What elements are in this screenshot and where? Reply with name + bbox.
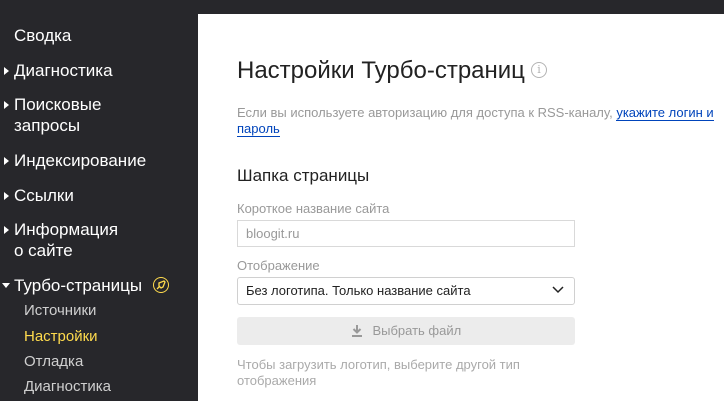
logo-upload-note: Чтобы загрузить логотип, выберите другой…: [237, 357, 520, 388]
sidebar-item-label: Диагностика: [14, 61, 113, 80]
section-title: Шапка страницы: [237, 166, 370, 185]
expand-arrow-icon: [4, 192, 9, 200]
sidebar-item-indexing[interactable]: Индексирование: [0, 150, 146, 171]
expand-arrow-icon: [4, 157, 9, 165]
info-icon[interactable]: i: [531, 62, 547, 78]
sidebar-item-label: Поисковые: [14, 95, 102, 114]
sidebar-subitem-debug[interactable]: Отладка: [24, 353, 83, 371]
main-panel: Настройки Турбо-страниц i Если вы исполь…: [198, 14, 724, 401]
sidebar-item-diagnostics[interactable]: Диагностика: [0, 60, 113, 81]
choose-file-label: Выбрать файл: [372, 323, 462, 338]
expand-arrow-icon: [4, 67, 9, 75]
page-title: Настройки Турбо-страниц: [237, 57, 525, 84]
sidebar-item-label: Индексирование: [14, 151, 147, 170]
download-icon: [351, 325, 362, 337]
sidebar-item-label: Сводка: [14, 26, 72, 45]
sidebar-subitem-diagnostics[interactable]: Диагностика: [24, 378, 111, 396]
chevron-down-icon: [552, 286, 564, 294]
sidebar-item-label: Турбо-страницы: [14, 276, 143, 295]
auth-hint-text: Если вы используете авторизацию для дост…: [237, 105, 613, 120]
display-select[interactable]: Без логотипа. Только название сайта: [237, 277, 575, 305]
sidebar: Сводка Диагностика Поисковые запросы Инд…: [0, 0, 198, 401]
sidebar-item-search-queries[interactable]: Поисковые запросы: [0, 94, 101, 136]
choose-file-button[interactable]: Выбрать файл: [237, 317, 575, 345]
expand-arrow-icon: [4, 226, 9, 234]
short-name-label: Короткое название сайта: [237, 201, 390, 216]
sidebar-item-links[interactable]: Ссылки: [0, 185, 74, 206]
short-name-input[interactable]: bloogit.ru: [237, 220, 575, 247]
auth-hint: Если вы используете авторизацию для дост…: [237, 105, 717, 137]
sidebar-item-label: о сайте: [14, 241, 73, 260]
sidebar-item-turbo-pages[interactable]: Турбо-страницы: [0, 275, 169, 296]
sidebar-item-label: запросы: [14, 116, 81, 135]
display-select-value: Без логотипа. Только название сайта: [246, 283, 471, 298]
sidebar-subitem-sources[interactable]: Источники: [24, 302, 96, 320]
sidebar-item-summary[interactable]: Сводка: [0, 25, 71, 46]
turbo-rocket-icon: [152, 277, 169, 293]
sidebar-item-label: Информация: [14, 220, 119, 239]
display-label: Отображение: [237, 258, 320, 273]
sidebar-subitem-settings[interactable]: Настройки: [24, 328, 98, 346]
collapse-arrow-icon: [2, 283, 10, 288]
sidebar-item-label: Ссылки: [14, 186, 74, 205]
expand-arrow-icon: [4, 101, 9, 109]
sidebar-item-site-info[interactable]: Информация о сайте: [0, 219, 118, 261]
